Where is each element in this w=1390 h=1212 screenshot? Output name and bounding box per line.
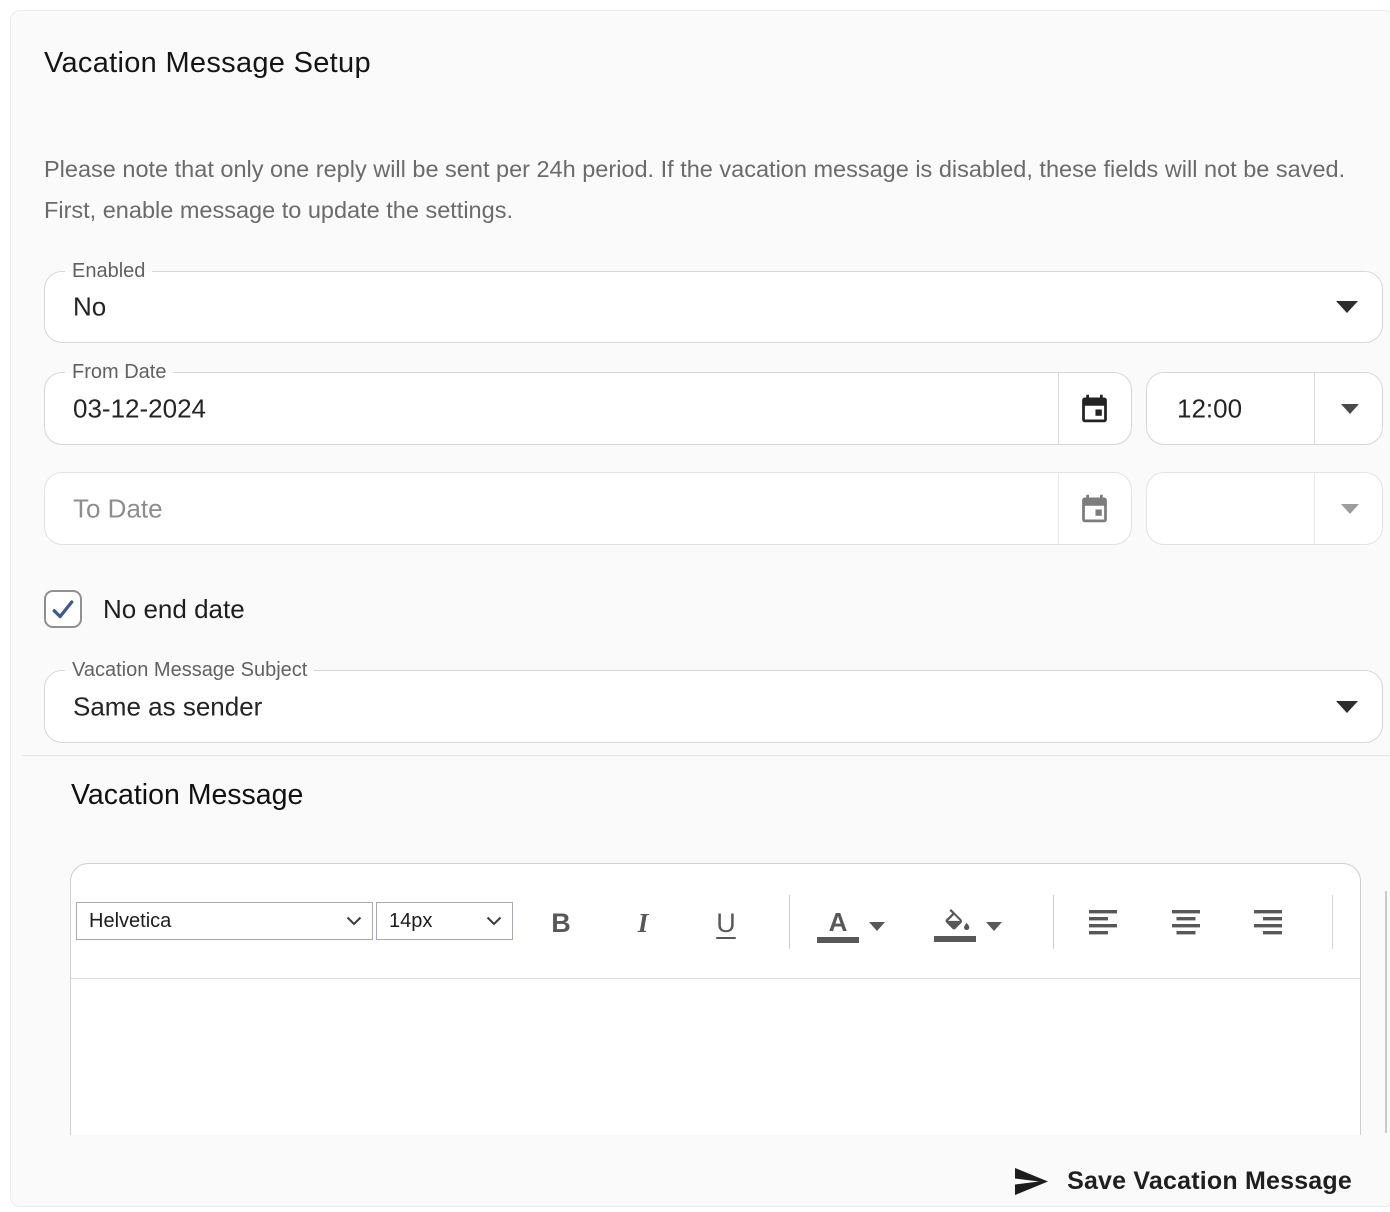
align-right-icon xyxy=(1251,907,1285,937)
send-icon xyxy=(1013,1165,1050,1198)
align-center-button[interactable] xyxy=(1168,904,1204,940)
dropdown-arrow-icon xyxy=(869,922,885,931)
dropdown-arrow-icon xyxy=(1341,504,1359,514)
align-left-icon xyxy=(1086,907,1120,937)
editor-toolbar: Helvetica 14px B I U A xyxy=(71,864,1360,979)
enabled-select[interactable]: Enabled No xyxy=(44,271,1383,343)
field-divider xyxy=(1314,473,1315,544)
from-time-select[interactable]: 12:00 xyxy=(1146,372,1383,445)
enabled-value: No xyxy=(73,292,106,323)
fill-color-dropdown[interactable] xyxy=(982,914,1006,938)
chevron-down-icon xyxy=(486,916,502,926)
dropdown-arrow-icon xyxy=(986,922,1002,931)
editor-heading: Vacation Message xyxy=(71,779,303,812)
bold-button[interactable]: B xyxy=(537,900,585,946)
editor-content[interactable] xyxy=(71,980,1360,1135)
vacation-message-page: Vacation Message Setup Please note that … xyxy=(0,0,1390,1212)
page-title: Vacation Message Setup xyxy=(44,47,371,80)
to-date-calendar-button[interactable] xyxy=(1057,473,1131,544)
italic-button[interactable]: I xyxy=(619,900,667,946)
font-size-value: 14px xyxy=(389,910,432,933)
text-color-icon: A xyxy=(817,909,859,943)
section-divider xyxy=(22,755,1390,756)
vacation-message-editor: Helvetica 14px B I U A xyxy=(70,863,1361,1135)
save-vacation-message-button[interactable]: Save Vacation Message xyxy=(1013,1161,1352,1201)
underline-icon: U xyxy=(716,908,736,939)
font-family-select[interactable]: Helvetica xyxy=(76,902,373,940)
chevron-down-icon xyxy=(346,916,362,926)
toolbar-divider xyxy=(789,895,790,949)
from-date-field[interactable]: From Date 03-12-2024 xyxy=(44,372,1132,445)
fill-color-button[interactable] xyxy=(932,902,978,948)
toolbar-divider xyxy=(1332,895,1333,949)
font-size-select[interactable]: 14px xyxy=(376,902,513,940)
field-divider xyxy=(1314,373,1315,444)
align-right-button[interactable] xyxy=(1250,904,1286,940)
from-time-value: 12:00 xyxy=(1177,393,1242,424)
italic-icon: I xyxy=(638,908,649,939)
enabled-label: Enabled xyxy=(65,260,152,283)
no-end-date-label: No end date xyxy=(103,594,245,625)
no-end-date-row: No end date xyxy=(44,590,245,628)
subject-select[interactable]: Vacation Message Subject Same as sender xyxy=(44,670,1383,743)
from-date-value: 03-12-2024 xyxy=(73,393,206,424)
editor-scrollbar[interactable] xyxy=(1385,891,1387,1133)
dropdown-arrow-icon xyxy=(1341,404,1359,414)
toolbar-divider xyxy=(1053,895,1054,949)
settings-card: Vacation Message Setup Please note that … xyxy=(10,10,1390,1207)
no-end-date-checkbox[interactable] xyxy=(44,590,82,628)
bold-icon: B xyxy=(551,908,571,939)
dropdown-arrow-icon xyxy=(1336,701,1358,713)
underline-button[interactable]: U xyxy=(702,900,750,946)
subject-label: Vacation Message Subject xyxy=(65,659,314,682)
to-date-placeholder: To Date xyxy=(73,493,163,524)
calendar-icon xyxy=(1078,492,1111,525)
intro-text: Please note that only one reply will be … xyxy=(44,149,1389,231)
to-date-field[interactable]: To Date xyxy=(44,472,1132,545)
align-left-button[interactable] xyxy=(1085,904,1121,940)
dropdown-arrow-icon xyxy=(1336,301,1358,313)
text-color-dropdown[interactable] xyxy=(865,914,889,938)
font-family-value: Helvetica xyxy=(89,910,171,933)
subject-value: Same as sender xyxy=(73,691,262,722)
from-date-label: From Date xyxy=(65,361,173,384)
to-time-select[interactable] xyxy=(1146,472,1383,545)
paint-bucket-icon xyxy=(934,909,976,942)
save-label: Save Vacation Message xyxy=(1067,1167,1352,1196)
from-date-calendar-button[interactable] xyxy=(1057,373,1131,444)
calendar-icon xyxy=(1078,392,1111,425)
text-color-button[interactable]: A xyxy=(815,904,861,948)
checkmark-icon xyxy=(49,595,77,623)
align-center-icon xyxy=(1169,907,1203,937)
